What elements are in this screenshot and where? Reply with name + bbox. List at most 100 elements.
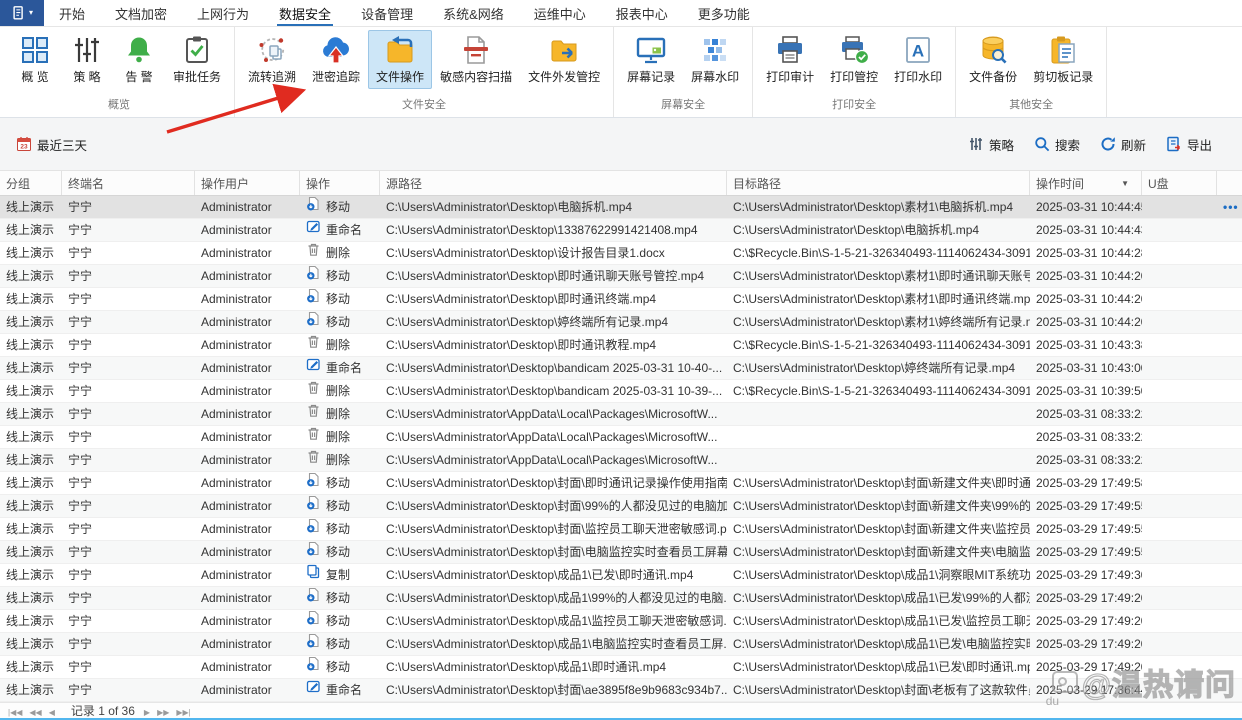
cell-op: 移动 xyxy=(300,311,380,333)
column-header-source-path[interactable]: 源路径 xyxy=(380,171,727,195)
pager-next-0-button[interactable]: ▶ xyxy=(144,708,150,717)
table-row[interactable]: 线上演示宁宁Administrator移动C:\Users\Administra… xyxy=(0,633,1242,656)
ribbon-group-screen-security: 屏幕记录屏幕水印屏幕安全 xyxy=(614,27,753,117)
menu-tab-ops-center[interactable]: 运维中心 xyxy=(519,0,601,26)
ribbon-button-file-outgoing-control[interactable]: 文件外发管控 xyxy=(520,30,608,89)
cell-src: C:\Users\Administrator\Desktop\电脑拆机.mp4 xyxy=(380,196,727,218)
ribbon-button-screen-record[interactable]: 屏幕记录 xyxy=(619,30,683,89)
table-row[interactable]: 线上演示宁宁Administrator移动C:\Users\Administra… xyxy=(0,610,1242,633)
ribbon-button-policy[interactable]: 策 略 xyxy=(61,30,113,89)
search-button[interactable]: 搜索 xyxy=(1034,135,1080,154)
ribbon-button-print-audit[interactable]: 打印审计 xyxy=(758,30,822,89)
pager-prev-0-button[interactable]: |◀◀ xyxy=(8,708,22,717)
operation-label: 删除 xyxy=(326,242,350,264)
menu-tab-device-management[interactable]: 设备管理 xyxy=(346,0,428,26)
cell-spacer xyxy=(1217,495,1242,517)
table-row[interactable]: 线上演示宁宁Administrator移动C:\Users\Administra… xyxy=(0,472,1242,495)
ribbon-button-print-watermark[interactable]: A打印水印 xyxy=(886,30,950,89)
cell-user: Administrator xyxy=(195,633,300,655)
ribbon-button-label: 打印水印 xyxy=(894,68,942,85)
table-row[interactable]: 线上演示宁宁Administrator重命名C:\Users\Administr… xyxy=(0,679,1242,702)
move-icon xyxy=(306,311,321,333)
table-row[interactable]: 线上演示宁宁Administrator删除C:\Users\Administra… xyxy=(0,380,1242,403)
table-row[interactable]: 线上演示宁宁Administrator复制C:\Users\Administra… xyxy=(0,564,1242,587)
table-row[interactable]: 线上演示宁宁Administrator移动C:\Users\Administra… xyxy=(0,495,1242,518)
refresh-button[interactable]: 刷新 xyxy=(1100,135,1146,154)
cell-group: 线上演示 xyxy=(0,403,62,425)
pager-next-2-button[interactable]: ▶▶| xyxy=(176,708,190,717)
ribbon-button-file-operation[interactable]: 文件操作 xyxy=(368,30,432,89)
print-control-icon xyxy=(839,35,869,65)
cell-user: Administrator xyxy=(195,495,300,517)
table-row[interactable]: 线上演示宁宁Administrator删除C:\Users\Administra… xyxy=(0,426,1242,449)
ribbon-button-alert[interactable]: 告 警 xyxy=(113,30,165,89)
cell-terminal: 宁宁 xyxy=(62,633,195,655)
ribbon-button-print-control[interactable]: 打印管控 xyxy=(822,30,886,89)
column-label: 操作用户 xyxy=(201,175,249,192)
cell-src: C:\Users\Administrator\AppData\Local\Pac… xyxy=(380,426,727,448)
table-row[interactable]: 线上演示宁宁Administrator删除C:\Users\Administra… xyxy=(0,403,1242,426)
column-header-usb[interactable]: U盘 xyxy=(1142,171,1217,195)
ribbon-button-flow-trace[interactable]: 流转追溯 xyxy=(240,30,304,89)
column-header-target-path[interactable]: 目标路径 xyxy=(727,171,1030,195)
table-row[interactable]: 线上演示宁宁Administrator重命名C:\Users\Administr… xyxy=(0,219,1242,242)
table-row[interactable]: 线上演示宁宁Administrator移动C:\Users\Administra… xyxy=(0,541,1242,564)
menu-tab-more-features[interactable]: 更多功能 xyxy=(683,0,765,26)
cell-usb xyxy=(1142,564,1217,586)
pager-next-1-button[interactable]: ▶▶ xyxy=(157,708,169,717)
table-row[interactable]: 线上演示宁宁Administrator移动C:\Users\Administra… xyxy=(0,288,1242,311)
menu-tab-doc-encryption[interactable]: 文档加密 xyxy=(100,0,182,26)
ribbon-button-leak-trace[interactable]: 泄密追踪 xyxy=(304,30,368,89)
menu-tab-data-security[interactable]: 数据安全 xyxy=(264,0,346,26)
row-more-button[interactable]: ••• xyxy=(1223,200,1239,214)
ribbon-button-screen-watermark[interactable]: 屏幕水印 xyxy=(683,30,747,89)
menu-tab-system-network[interactable]: 系统&网络 xyxy=(428,0,519,26)
menu-tab-start[interactable]: 开始 xyxy=(44,0,100,26)
leak-trace-icon xyxy=(321,35,351,65)
move-icon xyxy=(306,518,321,540)
policy-button[interactable]: 策略 xyxy=(968,135,1014,154)
operation-label: 删除 xyxy=(326,403,350,425)
pager-prev-1-button[interactable]: ◀◀ xyxy=(29,708,41,717)
table-body: 线上演示宁宁Administrator移动C:\Users\Administra… xyxy=(0,196,1242,702)
column-header-operation[interactable]: 操作 xyxy=(300,171,380,195)
table-row[interactable]: 线上演示宁宁Administrator移动C:\Users\Administra… xyxy=(0,311,1242,334)
menu-tab-web-behavior[interactable]: 上网行为 xyxy=(182,0,264,26)
menu-tab-report-center[interactable]: 报表中心 xyxy=(601,0,683,26)
cell-op: 删除 xyxy=(300,449,380,471)
column-header-terminal[interactable]: 终端名 xyxy=(62,171,195,195)
cell-time: 2025-03-29 17:49:20 xyxy=(1030,587,1142,609)
date-filter-button[interactable]: 23 最近三天 xyxy=(16,135,87,154)
pager-prev-2-button[interactable]: ◀ xyxy=(49,708,55,717)
cell-group: 线上演示 xyxy=(0,449,62,471)
column-header-operation-time[interactable]: 操作时间▼ xyxy=(1030,171,1142,195)
table-row[interactable]: 线上演示宁宁Administrator移动C:\Users\Administra… xyxy=(0,656,1242,679)
table-row[interactable]: 线上演示宁宁Administrator移动C:\Users\Administra… xyxy=(0,587,1242,610)
ribbon-button-overview[interactable]: 概 览 xyxy=(9,30,61,89)
ribbon-button-clipboard-record[interactable]: 剪切板记录 xyxy=(1025,30,1101,89)
column-header-operator[interactable]: 操作用户 xyxy=(195,171,300,195)
cell-src: C:\Users\Administrator\Desktop\成品1\监控员工聊… xyxy=(380,610,727,632)
cell-spacer xyxy=(1217,357,1242,379)
cell-dst: C:\Users\Administrator\Desktop\电脑拆机.mp4 xyxy=(727,219,1030,241)
app-menu-button[interactable]: ▾ xyxy=(0,0,44,26)
ribbon-button-file-backup[interactable]: 文件备份 xyxy=(961,30,1025,89)
ribbon-button-sensitive-scan[interactable]: 敏感内容扫描 xyxy=(432,30,520,89)
table-row[interactable]: 线上演示宁宁Administrator移动C:\Users\Administra… xyxy=(0,196,1242,219)
table-row[interactable]: 线上演示宁宁Administrator删除C:\Users\Administra… xyxy=(0,334,1242,357)
table-row[interactable]: 线上演示宁宁Administrator删除C:\Users\Administra… xyxy=(0,449,1242,472)
file-backup-icon xyxy=(978,35,1008,65)
cell-usb xyxy=(1142,334,1217,356)
export-button[interactable]: 导出 xyxy=(1166,135,1212,154)
cell-spacer xyxy=(1217,219,1242,241)
cell-time: 2025-03-29 17:49:58 xyxy=(1030,472,1142,494)
column-header-group[interactable]: 分组 xyxy=(0,171,62,195)
cell-spacer xyxy=(1217,656,1242,678)
cell-group: 线上演示 xyxy=(0,426,62,448)
table-row[interactable]: 线上演示宁宁Administrator删除C:\Users\Administra… xyxy=(0,242,1242,265)
table-row[interactable]: 线上演示宁宁Administrator移动C:\Users\Administra… xyxy=(0,518,1242,541)
ribbon-button-approval-tasks[interactable]: 审批任务 xyxy=(165,30,229,89)
table-row[interactable]: 线上演示宁宁Administrator移动C:\Users\Administra… xyxy=(0,265,1242,288)
cell-group: 线上演示 xyxy=(0,587,62,609)
table-row[interactable]: 线上演示宁宁Administrator重命名C:\Users\Administr… xyxy=(0,357,1242,380)
